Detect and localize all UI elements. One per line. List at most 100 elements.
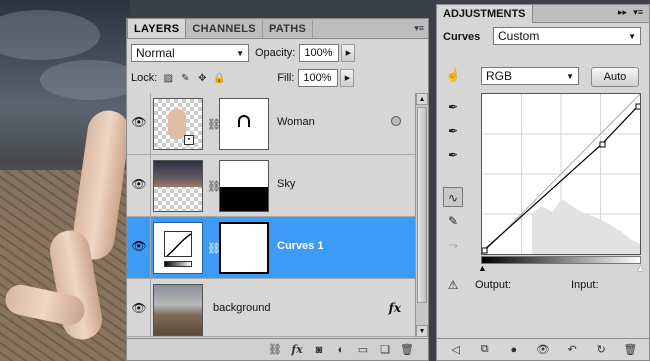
opacity-field[interactable]: 100%: [299, 44, 340, 62]
layer-name[interactable]: Woman: [277, 116, 315, 128]
layers-scrollbar[interactable]: ▲ ▼: [415, 93, 428, 337]
reset-icon[interactable]: ↻: [590, 343, 612, 356]
layer-name[interactable]: Sky: [277, 178, 295, 190]
layer-thumbnail[interactable]: [153, 160, 203, 212]
layers-footer: ⛓ fx ◙ ◐ ▭ ❏ 🗑: [127, 338, 428, 360]
layer-thumbnail[interactable]: [153, 284, 203, 336]
chevron-down-icon: ▼: [628, 31, 636, 41]
sky-cloud: [0, 10, 100, 60]
edit-curve-points-icon[interactable]: ∿: [443, 187, 463, 207]
layer-list: 👁 ▪ ⛓ Woman 👁 ⛓ Sky 👁 ⛓ Curves 1 👁 backg…: [127, 93, 415, 337]
layer-thumbnail[interactable]: ▪: [153, 98, 203, 150]
opacity-label: Opacity:: [255, 47, 296, 59]
back-arrow-icon[interactable]: ◁: [445, 343, 467, 356]
sky-thumb: [154, 161, 202, 187]
blend-opacity-row: Normal ▼ Opacity: 100% ▶: [131, 43, 424, 63]
tab-channels[interactable]: CHANNELS: [186, 20, 263, 38]
opacity-slider-button[interactable]: ▶: [341, 44, 356, 62]
lock-image-pixels-icon[interactable]: ✎: [179, 72, 191, 84]
visibility-eye-icon[interactable]: 👁: [532, 343, 554, 356]
curves-graph-icon: [166, 233, 192, 257]
lock-fill-row: Lock: ▨ ✎ ✥ 🔒 Fill: 100% ▶: [131, 69, 424, 87]
eye-icon[interactable]: 👁: [130, 237, 148, 255]
white-input-slider-icon[interactable]: ▲: [636, 263, 645, 273]
smart-object-icon: ▪: [184, 135, 194, 145]
scroll-up-icon[interactable]: ▲: [416, 93, 428, 105]
fill-field[interactable]: 100%: [298, 69, 339, 87]
tab-adjustments[interactable]: ADJUSTMENTS: [437, 5, 533, 23]
panel-menu-icon[interactable]: ▾≡: [414, 23, 424, 34]
tab-layers[interactable]: LAYERS: [127, 18, 187, 38]
target-adjust-icon[interactable]: ☝: [443, 65, 463, 85]
mask-shape: [238, 115, 250, 127]
lock-transparent-pixels-icon[interactable]: ▨: [162, 72, 174, 84]
sky-cloud: [40, 60, 130, 100]
preset-select[interactable]: Custom ▼: [493, 27, 641, 45]
panel-menu-icon[interactable]: ▾≡: [633, 7, 643, 18]
layer-background[interactable]: 👁 background fx: [127, 279, 415, 337]
draw-curve-pencil-icon[interactable]: ✎: [443, 211, 463, 231]
smooth-curve-icon[interactable]: ⤳: [443, 235, 463, 255]
layer-effects-icon[interactable]: fx: [389, 301, 401, 315]
adjustments-panel: ADJUSTMENTS ▸▸ ▾≡ Curves Custom ▼ ☝ RGB …: [436, 4, 650, 361]
chevron-down-icon: ▼: [236, 48, 244, 58]
layer-woman[interactable]: 👁 ▪ ⛓ Woman: [127, 93, 415, 155]
clipping-warning-icon[interactable]: ⚠: [443, 275, 463, 295]
adjustment-type-label: Curves: [443, 31, 481, 43]
curve-point-black[interactable]: [481, 247, 488, 254]
scroll-thumb[interactable]: [417, 107, 427, 303]
eye-icon[interactable]: 👁: [130, 113, 148, 131]
curves-gradient-icon: [164, 261, 192, 267]
layer-name[interactable]: background: [213, 302, 271, 314]
layer-name[interactable]: Curves 1: [277, 240, 323, 252]
trash-icon[interactable]: 🗑: [396, 343, 418, 356]
curves-graph[interactable]: [481, 93, 642, 255]
layers-panel: LAYERS CHANNELS PATHS ▾≡ Normal ▼ Opacit…: [126, 18, 429, 361]
link-layers-icon[interactable]: ⛓: [264, 343, 286, 356]
histogram: [532, 199, 640, 254]
layers-panel-tabs: LAYERS CHANNELS PATHS ▾≡: [127, 18, 428, 39]
layer-sky[interactable]: 👁 ⛓ Sky: [127, 155, 415, 217]
clip-to-layer-icon[interactable]: ●: [503, 344, 525, 356]
expanded-view-icon[interactable]: ⧉: [474, 343, 496, 356]
add-mask-icon[interactable]: ◙: [308, 344, 330, 356]
lock-all-icon[interactable]: 🔒: [213, 72, 225, 84]
layer-mask-thumbnail[interactable]: [219, 222, 269, 274]
view-previous-icon[interactable]: ↶: [561, 343, 583, 356]
curves-graph-svg[interactable]: [481, 93, 642, 255]
smart-filter-icon: [391, 116, 401, 126]
eye-icon[interactable]: 👁: [130, 299, 148, 317]
curve-point-white[interactable]: [635, 103, 642, 110]
layer-mask-thumbnail[interactable]: [219, 160, 269, 212]
channel-value: RGB: [486, 69, 513, 83]
new-group-icon[interactable]: ▭: [352, 343, 374, 356]
black-point-eyedropper-icon[interactable]: ✒: [443, 97, 463, 117]
document-canvas[interactable]: [0, 0, 130, 361]
adjustment-layer-icon[interactable]: ◐: [330, 344, 352, 356]
fill-slider-button[interactable]: ▶: [340, 69, 355, 87]
curves-icon: [164, 231, 192, 257]
blend-mode-value: Normal: [136, 46, 175, 60]
layer-curves-1[interactable]: 👁 ⛓ Curves 1: [127, 217, 415, 279]
input-gradient-bar: [481, 256, 641, 264]
tab-paths[interactable]: PATHS: [263, 20, 314, 38]
black-input-slider-icon[interactable]: ▲: [478, 263, 487, 273]
adjustments-tabs: ADJUSTMENTS ▸▸ ▾≡: [437, 5, 649, 23]
curve-point-mid[interactable]: [599, 141, 606, 148]
layer-mask-thumbnail[interactable]: [219, 98, 269, 150]
add-style-icon[interactable]: fx: [286, 343, 308, 356]
new-layer-icon[interactable]: ❏: [374, 343, 396, 356]
lock-position-icon[interactable]: ✥: [196, 72, 208, 84]
channel-select[interactable]: RGB ▼: [481, 67, 579, 85]
gray-point-eyedropper-icon[interactable]: ✒: [443, 121, 463, 141]
eye-icon[interactable]: 👁: [130, 175, 148, 193]
auto-button[interactable]: Auto: [591, 67, 639, 87]
trash-icon[interactable]: 🗑: [619, 343, 641, 356]
scroll-down-icon[interactable]: ▼: [416, 325, 428, 337]
adjustment-layer-thumbnail[interactable]: [153, 222, 203, 274]
curves-header: Curves Custom ▼: [437, 27, 649, 49]
collapse-icon[interactable]: ▸▸: [618, 7, 627, 18]
fill-label: Fill:: [277, 72, 295, 84]
white-point-eyedropper-icon[interactable]: ✒: [443, 145, 463, 165]
blend-mode-select[interactable]: Normal ▼: [131, 44, 249, 62]
